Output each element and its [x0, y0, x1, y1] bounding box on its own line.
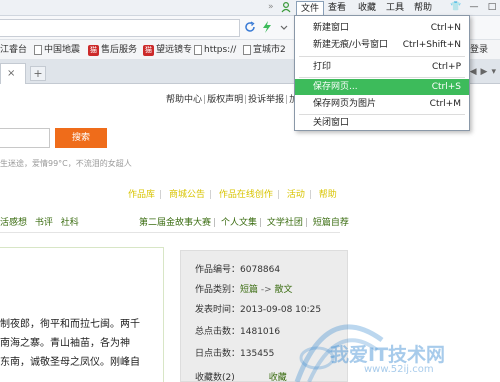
bookmark-item[interactable]: 宣城市2	[243, 43, 286, 57]
browser-menubar: » 文件 查看 收藏 工具 帮助 👕 — □	[0, 0, 500, 16]
skin-icon[interactable]: 👕	[450, 1, 462, 14]
divider	[0, 232, 340, 233]
category-links-right: 第二届金故事大赛 | 个人文集 | 文学社团 | 短篇自荐	[139, 218, 349, 228]
new-tab-button[interactable]: +	[30, 66, 46, 81]
page-icon	[194, 45, 202, 55]
dropdown-arrow-icon[interactable]	[278, 21, 290, 33]
nav-events[interactable]: 活动	[287, 190, 305, 200]
story-line: 制夜郎，徇平和而拉七闽。两千	[0, 319, 140, 330]
cat-collection[interactable]: 个人文集	[221, 218, 257, 228]
tab-active[interactable]: ×	[0, 63, 26, 84]
menu-item-print[interactable]: 打印 Ctrl+P	[295, 59, 469, 75]
cat-badge-icon: 猫	[143, 44, 154, 56]
refresh-icon[interactable]	[244, 21, 256, 33]
cat-review[interactable]: 书评	[35, 218, 53, 228]
link-short[interactable]: 短篇	[240, 285, 258, 295]
tab-scroll-controls: ◀ ▶ ▾	[470, 67, 496, 77]
slogan-text: 生迷途，爱情99°C，不流泪的女超人	[0, 159, 132, 168]
story-line: 东南，诚敬圣母之凤仪。刚峰自	[0, 357, 140, 368]
file-menu-dropdown: 新建窗口 Ctrl+N 新建无痕/小号窗口 Ctrl+Shift+N 打印 Ctrl+…	[294, 15, 470, 131]
site-search-input[interactable]	[0, 128, 50, 148]
favorite-link[interactable]: 收藏	[269, 373, 287, 382]
menu-file[interactable]: 文件	[296, 1, 325, 15]
menu-view[interactable]: 查看	[324, 1, 350, 15]
minimize-icon[interactable]: —	[468, 1, 480, 14]
nav-online-create[interactable]: 作品在线创作	[219, 190, 273, 200]
cat-club[interactable]: 文学社团	[267, 218, 303, 228]
lightning-icon[interactable]	[261, 21, 273, 33]
info-daily-clicks: 日点击数：135455	[195, 349, 275, 359]
address-icons	[244, 21, 290, 33]
nav-announcements[interactable]: 商城公告	[169, 190, 205, 200]
cat-life[interactable]: 活感想	[0, 218, 27, 228]
link-report[interactable]: 投诉举报	[248, 95, 284, 105]
menu-help[interactable]: 帮助	[410, 1, 436, 15]
page-icon	[243, 45, 251, 55]
info-work-id: 作品编号：6078864	[195, 265, 281, 275]
main-nav: 作品库 | 商城公告 | 作品在线创作 | 活动 | 帮助	[128, 190, 337, 200]
maximize-icon[interactable]: □	[486, 1, 498, 14]
bookmark-item[interactable]: 登录	[470, 43, 488, 57]
category-links-left: 活感想 书评 社科	[0, 215, 84, 228]
menu-item-close-window[interactable]: 关闭窗口	[295, 115, 469, 131]
bookmark-item[interactable]: 中国地震	[34, 43, 80, 57]
menu-item-save-as-image[interactable]: 保存网页为图片 Ctrl+M	[295, 96, 469, 112]
info-category: 作品类别：短篇 -> 散文	[195, 285, 293, 295]
close-tab-icon[interactable]: ×	[7, 68, 15, 79]
cat-badge-icon: 猫	[88, 44, 99, 56]
info-favorites: 收藏数(2) 收藏	[195, 373, 287, 382]
bookmark-item[interactable]: 猫售后服务	[88, 43, 137, 57]
link-help-center[interactable]: 帮助中心	[166, 95, 202, 105]
tab-scroll-right-icon[interactable]: ▶	[481, 67, 488, 77]
bookmark-item[interactable]: 猫望远镜专	[143, 43, 192, 57]
link-copyright[interactable]: 版权声明	[207, 95, 243, 105]
cat-contest[interactable]: 第二届金故事大赛	[139, 218, 211, 228]
page-icon	[34, 45, 42, 55]
search-button[interactable]: 搜索	[55, 128, 107, 148]
story-body: 制夜郎，徇平和而拉七闽。两千 南海之寨。青山袖苗，各为神 东南，诚敬圣母之凤仪。…	[0, 315, 162, 372]
watermark-url: www.52ij.com	[364, 364, 434, 375]
bookmark-item[interactable]: https://	[194, 43, 236, 57]
user-icon[interactable]	[281, 2, 291, 13]
window-controls: 👕 — □	[450, 1, 498, 15]
link-prose[interactable]: 散文	[275, 285, 293, 295]
story-line: 南海之寨。青山袖苗，各为神	[0, 338, 130, 349]
url-input[interactable]	[0, 19, 240, 37]
nav-works[interactable]: 作品库	[128, 190, 155, 200]
cat-social[interactable]: 社科	[61, 218, 79, 228]
tab-list-icon[interactable]: ▾	[491, 67, 496, 77]
cat-recommend[interactable]: 短篇自荐	[313, 218, 349, 228]
nav-help[interactable]: 帮助	[319, 190, 337, 200]
menu-item-new-incognito-window[interactable]: 新建无痕/小号窗口 Ctrl+Shift+N	[295, 37, 469, 53]
top-links: 帮助中心|版权声明|投诉举报|加	[166, 92, 298, 105]
menu-separator	[299, 56, 465, 57]
overflow-chevron-icon[interactable]: »	[268, 2, 274, 12]
info-total-clicks: 总点击数：1481016	[195, 327, 281, 337]
menu-item-save-page[interactable]: 保存网页... Ctrl+S	[295, 79, 469, 95]
watermark-text: 我爱IT技术网	[330, 344, 446, 366]
tab-scroll-left-icon[interactable]: ◀	[470, 67, 477, 77]
menu-separator	[299, 77, 465, 78]
menu-tools[interactable]: 工具	[382, 1, 408, 15]
menu-favorites[interactable]: 收藏	[354, 1, 380, 15]
menu-item-new-window[interactable]: 新建窗口 Ctrl+N	[295, 20, 469, 36]
bookmark-item[interactable]: 江睿台	[0, 43, 27, 57]
